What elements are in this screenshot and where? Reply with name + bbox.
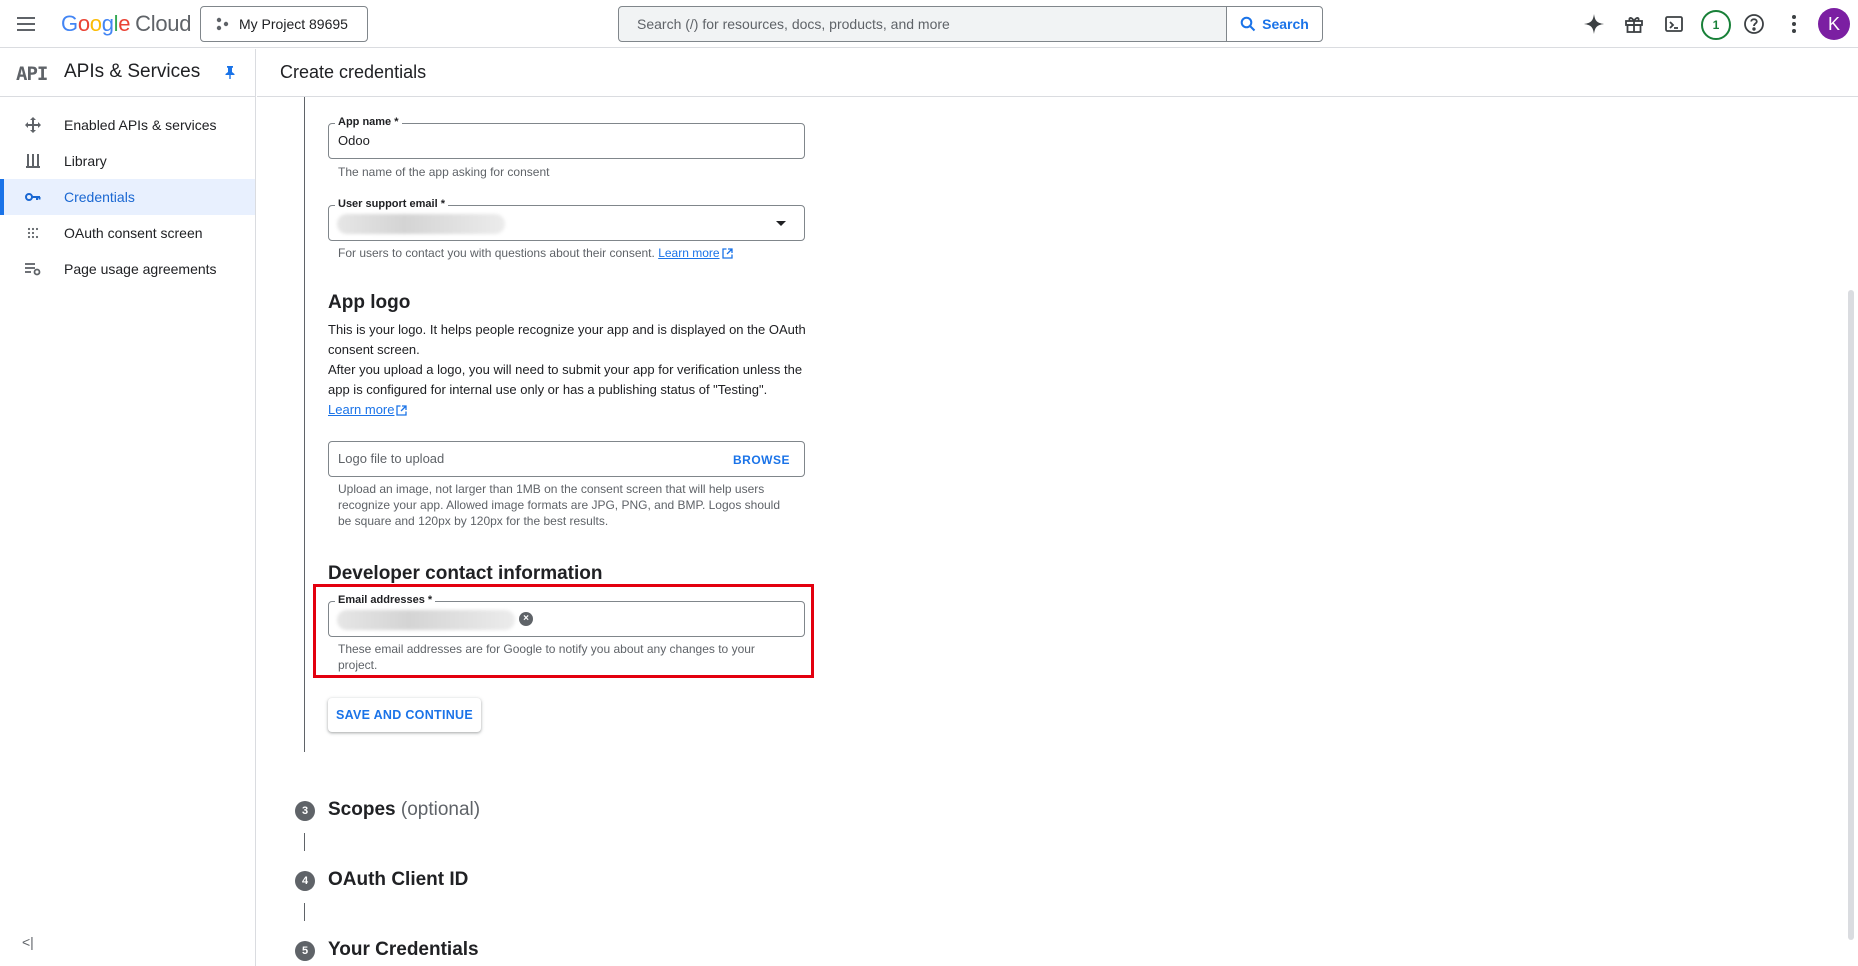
search-button[interactable]: Search xyxy=(1226,7,1322,41)
dots-grid-icon xyxy=(24,224,42,242)
support-email-hint-text: For users to contact you with questions … xyxy=(338,246,655,260)
sidebar-item-label: Enabled APIs & services xyxy=(64,117,217,133)
project-picker-button[interactable]: My Project 89695 xyxy=(200,6,368,42)
collapse-sidebar-icon[interactable]: <| xyxy=(22,934,34,950)
sidebar-item-oauth-consent[interactable]: OAuth consent screen xyxy=(0,215,255,251)
step-number: 5 xyxy=(295,941,315,961)
gemini-spark-icon[interactable] xyxy=(1582,12,1606,36)
logo-letter: o xyxy=(89,11,102,36)
sidebar-item-enabled-apis[interactable]: Enabled APIs & services xyxy=(0,107,255,143)
app-name-hint: The name of the app asking for consent xyxy=(338,165,550,179)
stepper-line xyxy=(304,97,305,752)
support-email-select[interactable]: User support email * xyxy=(328,198,805,241)
step-scopes[interactable]: Scopes (optional) xyxy=(328,799,480,821)
learn-more-link[interactable]: Learn more xyxy=(658,246,719,260)
email-addresses-field[interactable]: Email addresses * × xyxy=(328,594,805,637)
pin-icon[interactable] xyxy=(222,64,238,80)
credentials-wizard: App name * Odoo The name of the app aski… xyxy=(257,97,1858,966)
browse-button[interactable]: BROWSE xyxy=(733,453,790,467)
redacted-email-chip xyxy=(337,610,515,630)
logo-letter: e xyxy=(118,11,131,36)
sidebar-item-label: Page usage agreements xyxy=(64,261,217,277)
dropdown-arrow-icon xyxy=(776,221,786,226)
library-icon xyxy=(24,152,42,170)
page-header: Create credentials xyxy=(257,49,1858,97)
api-logo-icon: API xyxy=(16,63,48,85)
logo-letter: o xyxy=(77,11,90,36)
sidebar-item-label: OAuth consent screen xyxy=(64,225,203,241)
help-icon[interactable] xyxy=(1742,12,1766,36)
logo-upload-placeholder: Logo file to upload xyxy=(338,451,445,466)
sidebar-item-credentials[interactable]: Credentials xyxy=(0,179,255,215)
redacted-email xyxy=(337,214,505,234)
logo-upload-hint: Upload an image, not larger than 1MB on … xyxy=(338,482,781,528)
save-and-continue-button[interactable]: SAVE AND CONTINUE xyxy=(328,698,481,732)
app-logo-description: This is your logo. It helps people recog… xyxy=(328,320,808,420)
scrollbar[interactable] xyxy=(1848,290,1854,940)
page-title: Create credentials xyxy=(280,62,427,82)
app-logo-para-1: This is your logo. It helps people recog… xyxy=(328,322,806,357)
search-input[interactable] xyxy=(619,7,1226,41)
logo-upload-field[interactable]: Logo file to upload BROWSE xyxy=(328,441,805,477)
project-name: My Project 89695 xyxy=(239,16,348,32)
sidebar-item-library[interactable]: Library xyxy=(0,143,255,179)
sidebar-item-page-usage[interactable]: Page usage agreements xyxy=(0,251,255,287)
sidebar: API APIs & Services Enabled APIs & servi… xyxy=(0,49,256,966)
external-link-icon xyxy=(721,248,733,259)
step-number: 4 xyxy=(295,871,315,891)
hamburger-menu-icon[interactable] xyxy=(14,12,38,36)
logo-suffix: Cloud xyxy=(135,11,192,36)
step-number: 3 xyxy=(295,801,315,821)
remove-chip-icon[interactable]: × xyxy=(519,612,533,626)
step-your-credentials[interactable]: Your Credentials xyxy=(328,939,479,961)
app-name-field[interactable]: App name * Odoo xyxy=(328,116,805,159)
search-icon xyxy=(1240,16,1256,32)
app-name-value: Odoo xyxy=(338,133,370,148)
logo-letter: G xyxy=(61,11,78,36)
app-name-label: App name * xyxy=(335,116,402,128)
google-cloud-logo[interactable]: Google Cloud xyxy=(61,11,191,37)
app-logo-heading: App logo xyxy=(328,292,411,313)
top-bar: GoogleCloud My Project 89695 Search 1 xyxy=(0,0,1858,48)
developer-contact-heading: Developer contact information xyxy=(328,563,603,584)
terminal-icon[interactable] xyxy=(1662,12,1686,36)
sidebar-item-label: Library xyxy=(64,153,107,169)
support-email-label: User support email * xyxy=(335,198,448,210)
search-button-label: Search xyxy=(1262,16,1309,32)
gift-icon[interactable] xyxy=(1622,12,1646,36)
app-logo-para-2: After you upload a logo, you will need t… xyxy=(328,362,803,397)
stepper-line xyxy=(304,833,305,851)
stepper-line xyxy=(304,903,305,921)
more-vert-icon[interactable] xyxy=(1782,12,1806,36)
account-avatar[interactable]: K xyxy=(1818,8,1850,40)
step-optional: (optional) xyxy=(400,799,481,820)
notifications-badge[interactable]: 1 xyxy=(1701,10,1731,40)
key-icon xyxy=(24,188,42,206)
sidebar-header: API APIs & Services xyxy=(0,49,255,97)
search-bar: Search xyxy=(618,6,1323,42)
learn-more-link[interactable]: Learn more xyxy=(328,402,394,417)
step-title: Scopes xyxy=(328,799,396,820)
sidebar-item-label: Credentials xyxy=(64,189,135,205)
email-addresses-hint: These email addresses are for Google to … xyxy=(338,642,755,672)
settings-list-icon xyxy=(24,260,42,278)
support-email-hint: For users to contact you with questions … xyxy=(338,245,733,261)
sidebar-title: APIs & Services xyxy=(64,61,201,82)
email-addresses-label: Email addresses * xyxy=(335,594,436,606)
move-icon xyxy=(24,116,42,134)
step-oauth-client-id[interactable]: OAuth Client ID xyxy=(328,869,468,891)
project-hub-icon xyxy=(216,17,229,31)
logo-letter: g xyxy=(101,11,114,36)
external-link-icon xyxy=(396,405,408,416)
